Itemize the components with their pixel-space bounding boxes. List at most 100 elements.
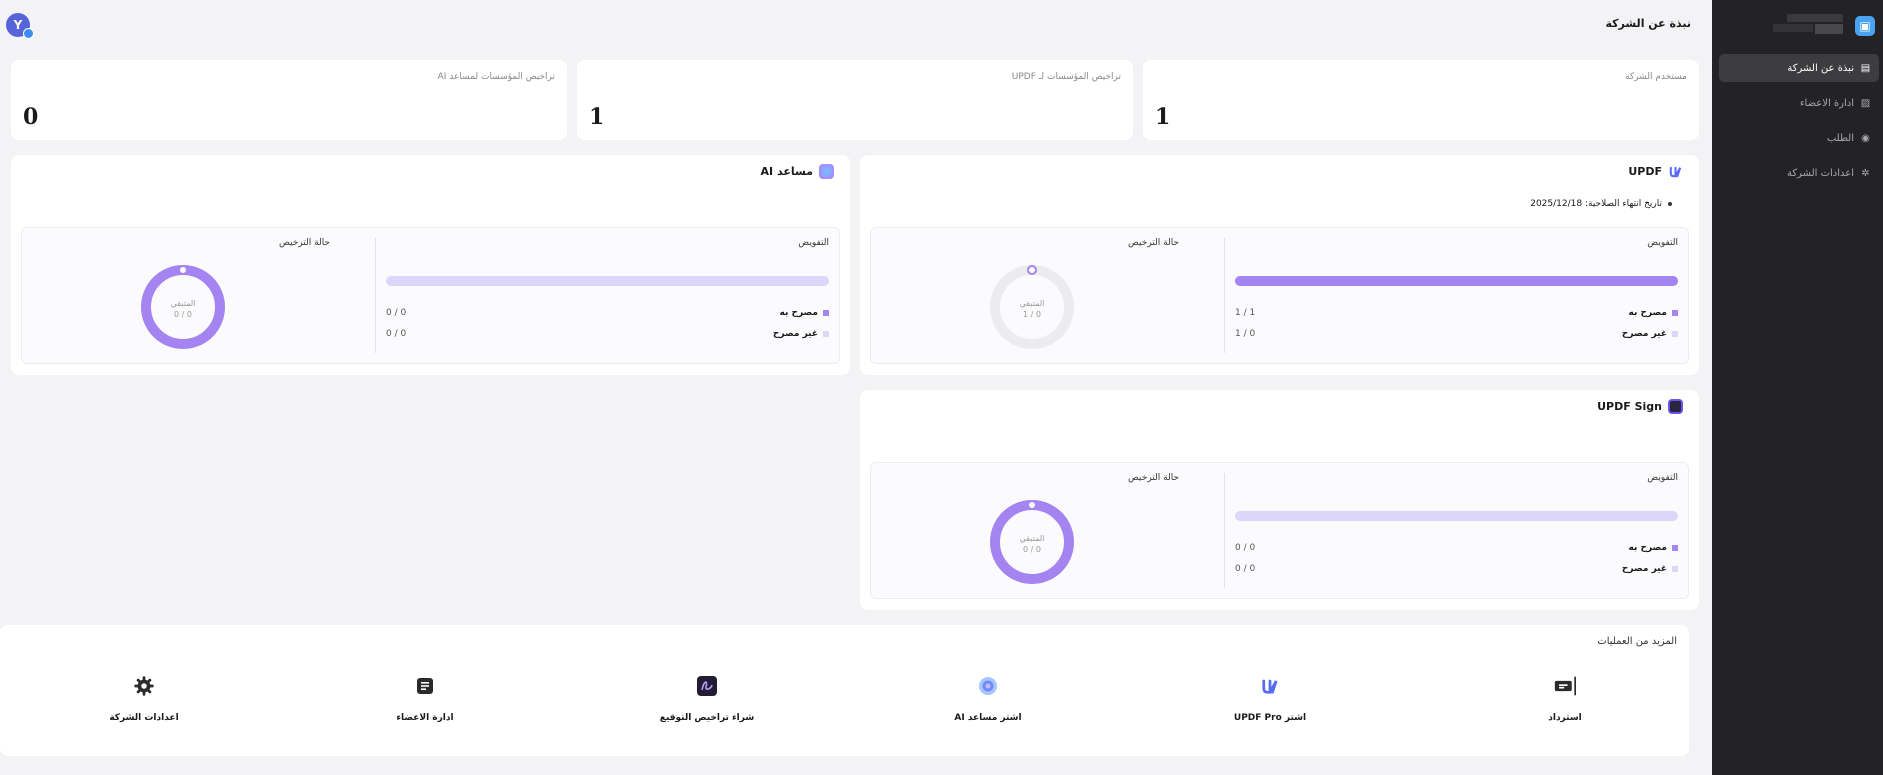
license-panel: التفويض مصرح به 1 / 1 غير مصرح 1 / 0 حالة الت… — [870, 227, 1689, 364]
license-status-title: حالة الترخيص — [1128, 238, 1179, 248]
donut-value: 0 / 0 — [174, 310, 192, 319]
updf-logo-icon — [1259, 675, 1281, 697]
legend-value: 1 / 1 — [1235, 308, 1256, 318]
action-gear[interactable]: اعدادات الشركة — [69, 675, 219, 723]
legend-label: غير مصرح — [773, 329, 829, 339]
action-label: اشتر UPDF Pro — [1233, 713, 1307, 723]
sidebar-item-label: اعدادات الشركة — [1787, 167, 1854, 179]
sidebar: ▣ ▤ نبذة عن الشركة ▨ ادارة الاعضاء ◉ الطلب ✲ اع… — [1712, 0, 1883, 775]
donut-value: 0 / 0 — [1023, 545, 1041, 554]
signature-icon — [1668, 399, 1683, 414]
donut-label: المتبقي — [1020, 299, 1045, 308]
donut-label: المتبقي — [1020, 534, 1045, 543]
license-status-section: حالة الترخيص المتبقي 0 / 0 — [871, 463, 1191, 598]
stat-value: 0 — [23, 104, 39, 130]
stat-value: 1 — [1155, 104, 1171, 130]
license-panel: التفويض مصرح به 0 / 0 غير مصرح 0 / 0 حالة الت… — [870, 462, 1689, 599]
allocation-title: التفويض — [1647, 473, 1678, 483]
expiry-date: تاريخ انتهاء الصلاحية: 2025/12/18 — [1530, 199, 1672, 209]
legend-label: غير مصرح — [1622, 564, 1678, 574]
document-icon — [414, 675, 436, 697]
product-title: UPDF — [1628, 164, 1683, 179]
action-label: شراء تراخيص التوقيع — [659, 713, 755, 723]
legend-row: غير مصرح 0 / 0 — [1235, 564, 1678, 578]
ticket-icon — [1554, 675, 1576, 697]
legend-swatch — [823, 330, 829, 337]
legend-value: 1 / 0 — [1235, 329, 1256, 339]
sidebar-item-label: الطلب — [1826, 132, 1854, 144]
action-signature[interactable]: شراء تراخيص التوقيع — [632, 675, 782, 723]
allocation-bar — [1235, 511, 1678, 521]
legend-label: مصرح به — [1629, 543, 1678, 553]
company-logo-icon: ▣ — [1855, 16, 1875, 36]
allocation-bar — [1235, 276, 1678, 286]
legend-swatch — [1672, 565, 1678, 572]
legend-row: غير مصرح 0 / 0 — [386, 329, 829, 343]
action-label: اعدادات الشركة — [109, 713, 179, 723]
license-status-section: حالة الترخيص المتبقي 0 / 0 — [22, 228, 342, 363]
legend-swatch — [1672, 330, 1678, 337]
action-document[interactable]: ادارة الاعضاء — [350, 675, 500, 723]
sidebar-header: ▣ — [1725, 10, 1875, 40]
action-label: استرداد — [1548, 713, 1582, 723]
donut-handle — [1027, 500, 1037, 510]
donut-handle — [1027, 265, 1037, 275]
legend-label: مصرح به — [1629, 308, 1678, 318]
members-icon: ▨ — [1860, 97, 1871, 109]
more-operations-card: المزيد من العمليات استرداد اشتر UPDF Pro ا… — [0, 625, 1689, 756]
legend-swatch — [1672, 544, 1678, 551]
ai-assistant-icon — [977, 675, 999, 697]
sidebar-item-label: نبذة عن الشركة — [1787, 62, 1854, 74]
donut-handle — [178, 265, 188, 275]
license-panel: التفويض مصرح به 0 / 0 غير مصرح 0 / 0 حالة الت… — [21, 227, 840, 364]
page-title: نبذة عن الشركة — [1605, 17, 1691, 30]
allocation-section: التفويض مصرح به 0 / 0 غير مصرح 0 / 0 — [375, 238, 839, 353]
legend-label: غير مصرح — [1622, 329, 1678, 339]
license-donut: المتبقي 1 / 0 — [990, 265, 1074, 349]
sidebar-item-label: ادارة الاعضاء — [1799, 97, 1854, 109]
allocation-section: التفويض مصرح به 1 / 1 غير مصرح 1 / 0 — [1224, 238, 1688, 353]
stat-label: مستخدم الشركة — [1625, 72, 1687, 82]
allocation-section: التفويض مصرح به 0 / 0 غير مصرح 0 / 0 — [1224, 473, 1688, 588]
license-donut: المتبقي 0 / 0 — [990, 500, 1074, 584]
stat-card-updf-licenses: تراخيص المؤسسات لـ UPDF 1 — [577, 60, 1133, 140]
legend-value: 0 / 0 — [386, 308, 407, 318]
stat-label: تراخيص المؤسسات لمساعد AI — [437, 72, 555, 82]
stat-card-company-users: مستخدم الشركة 1 — [1143, 60, 1699, 140]
legend-label: مصرح به — [780, 308, 829, 318]
ai-assistant-icon — [819, 164, 834, 179]
legend-swatch — [1672, 309, 1678, 316]
action-ai-assistant[interactable]: اشتر مساعد AI — [913, 675, 1063, 723]
product-title: UPDF Sign — [1597, 399, 1683, 414]
allocation-title: التفويض — [1647, 238, 1678, 248]
legend-value: 0 / 0 — [1235, 564, 1256, 574]
signature-icon — [696, 675, 718, 697]
gear-icon — [133, 675, 155, 697]
legend-row: مصرح به 0 / 0 — [1235, 543, 1678, 557]
license-donut: المتبقي 0 / 0 — [141, 265, 225, 349]
allocation-bar — [386, 276, 829, 286]
action-label: ادارة الاعضاء — [396, 713, 454, 723]
donut-value: 1 / 0 — [1023, 310, 1041, 319]
sidebar-item-3[interactable]: ✲ اعدادات الشركة — [1719, 159, 1879, 187]
action-updf-logo[interactable]: اشتر UPDF Pro — [1195, 675, 1345, 723]
legend-swatch — [823, 309, 829, 316]
product-card-updf: UPDF تاريخ انتهاء الصلاحية: 2025/12/18 ا… — [860, 155, 1699, 375]
gear-icon: ✲ — [1861, 167, 1870, 179]
donut-label: المتبقي — [171, 299, 196, 308]
more-operations-title: المزيد من العمليات — [1597, 636, 1677, 647]
license-status-title: حالة الترخيص — [279, 238, 330, 248]
license-status-section: حالة الترخيص المتبقي 1 / 0 — [871, 228, 1191, 363]
product-card-ai: مساعد AI التفويض مصرح به 0 / 0 غير مصرح 0 / … — [11, 155, 850, 375]
company-name-redacted — [1763, 14, 1843, 36]
legend-row: مصرح به 0 / 0 — [386, 308, 829, 322]
sidebar-item-2[interactable]: ◉ الطلب — [1719, 124, 1879, 152]
sidebar-item-0[interactable]: ▤ نبذة عن الشركة — [1719, 54, 1879, 82]
legend-value: 0 / 0 — [1235, 543, 1256, 553]
sidebar-item-1[interactable]: ▨ ادارة الاعضاء — [1719, 89, 1879, 117]
action-label: اشتر مساعد AI — [954, 713, 1022, 723]
stat-value: 1 — [589, 104, 605, 130]
action-ticket[interactable]: استرداد — [1490, 675, 1640, 723]
stat-label: تراخيص المؤسسات لـ UPDF — [1011, 72, 1121, 82]
order-icon: ◉ — [1861, 132, 1870, 144]
